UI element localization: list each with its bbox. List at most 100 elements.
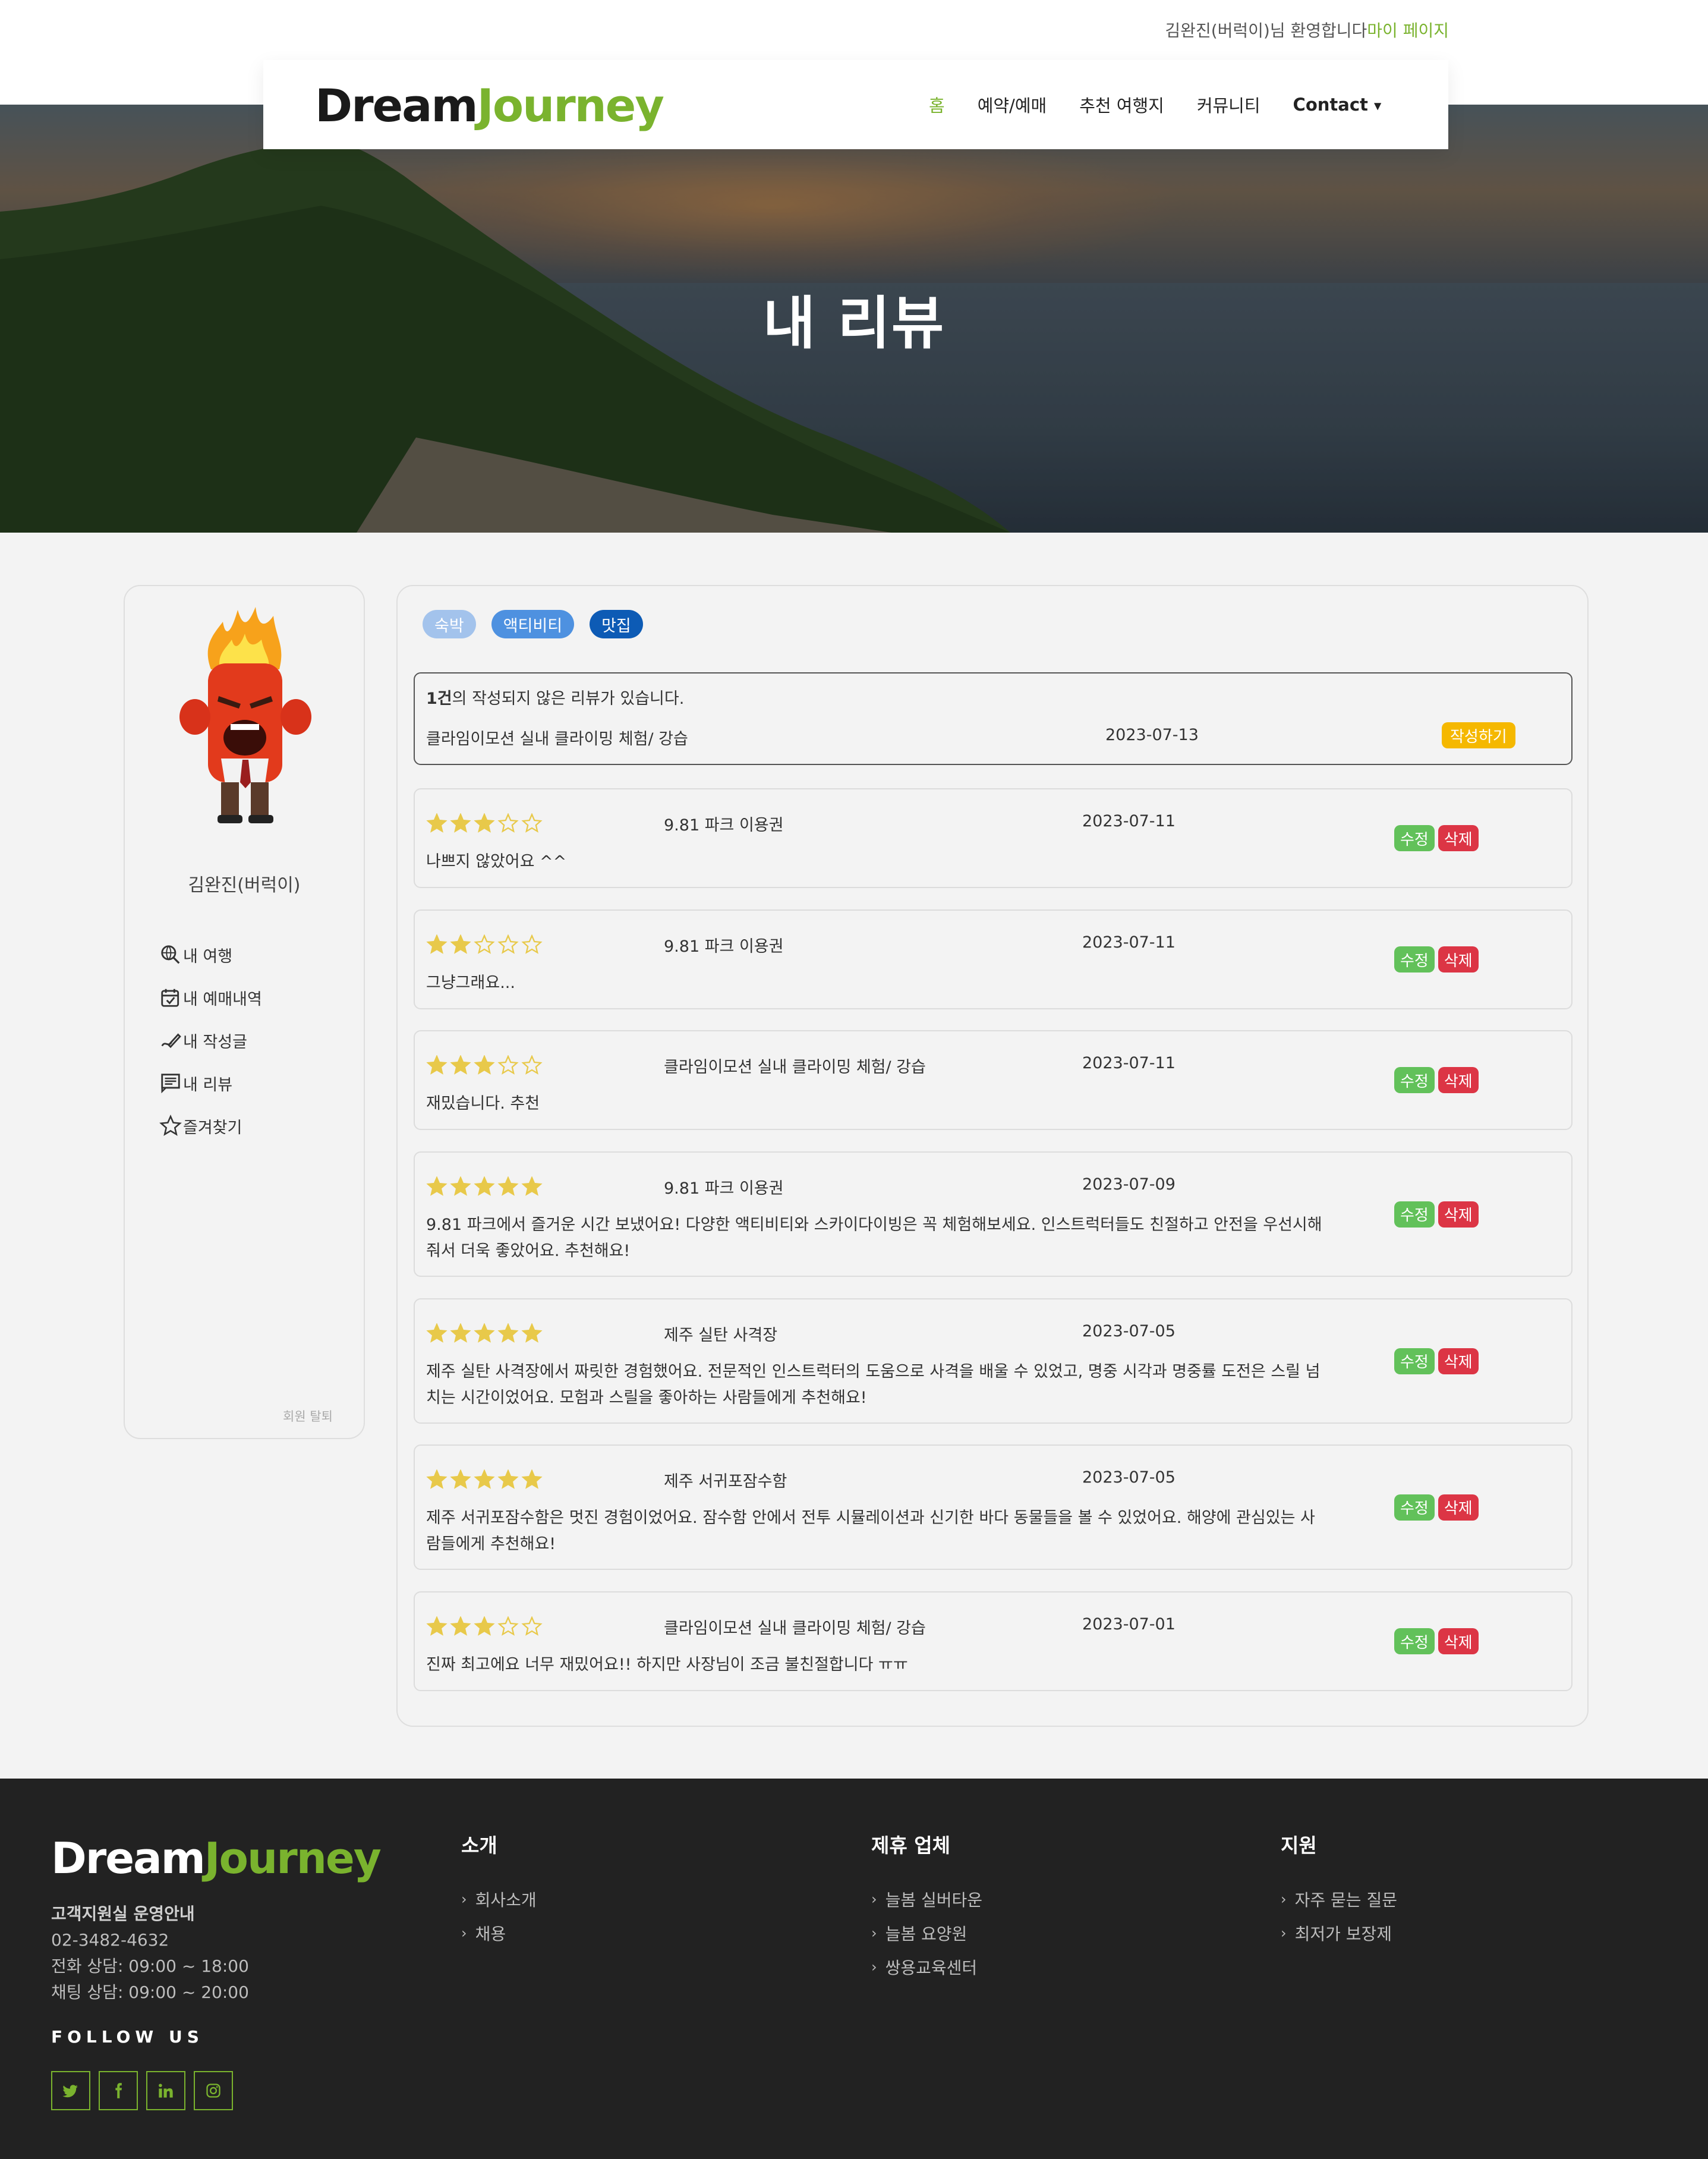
edit-review-button[interactable]: 수정 [1394, 1494, 1435, 1521]
menu-label: 내 리뷰 [183, 1075, 233, 1094]
edit-review-button[interactable]: 수정 [1394, 1628, 1435, 1654]
footer-col-title: 제휴 업체 [871, 1834, 950, 1857]
hero-banner: 내 리뷰 [0, 105, 1708, 533]
menu-label: 즐겨찾기 [183, 1118, 242, 1137]
star-outline-icon [159, 1115, 182, 1136]
main-nav: 홈 예약/예매 추천 여행지 커뮤니티 Contact ▼ [929, 60, 1381, 149]
footer-link-faq[interactable]: › 자주 묻는 질문 [1281, 1882, 1397, 1916]
delete-review-button[interactable]: 삭제 [1438, 825, 1479, 851]
star-rating [426, 1616, 543, 1636]
edit-review-button[interactable]: 수정 [1394, 825, 1435, 851]
footer-link-silvertown[interactable]: › 늘봄 실버타운 [871, 1882, 982, 1916]
review-card: 9.81 파크 이용권 2023-07-09 9.81 파크에서 즐거운 시간 보냈… [414, 1151, 1573, 1277]
footer-col-support: 지원 › 자주 묻는 질문 › 최저가 보장제 [1281, 1830, 1397, 1950]
star-filled-icon [497, 1469, 519, 1489]
menu-label: 내 여행 [183, 947, 233, 966]
nav-contact[interactable]: Contact ▼ [1293, 95, 1382, 115]
nav-community[interactable]: 커뮤니티 [1197, 92, 1260, 117]
nav-recommend[interactable]: 추천 여행지 [1079, 92, 1164, 117]
star-filled-icon [474, 1055, 495, 1075]
delete-review-button[interactable]: 삭제 [1438, 1067, 1479, 1093]
filter-activity[interactable]: 액티비티 [491, 610, 575, 638]
star-filled-icon [450, 1176, 471, 1196]
delete-review-button[interactable]: 삭제 [1438, 1201, 1479, 1228]
pen-draw-icon [161, 1033, 181, 1049]
menu-my-reviews[interactable]: 내 리뷰 [159, 1062, 262, 1104]
pending-item-date: 2023-07-13 [1105, 726, 1199, 744]
support-title: 고객지원실 운영안내 [51, 1904, 195, 1924]
star-filled-icon [450, 1055, 471, 1075]
star-filled-icon [426, 1055, 448, 1075]
delete-review-button[interactable]: 삭제 [1438, 946, 1479, 973]
star-filled-icon [521, 1469, 543, 1489]
edit-review-button[interactable]: 수정 [1394, 946, 1435, 973]
call-hours: 전화 상담: 09:00 ~ 18:00 [51, 1956, 249, 1976]
menu-label: 내 작성글 [183, 1033, 247, 1052]
nav-reservation[interactable]: 예약/예매 [978, 92, 1047, 117]
delete-review-button[interactable]: 삭제 [1438, 1494, 1479, 1521]
star-filled-icon [426, 934, 448, 954]
review-text: 9.81 파크에서 즐거운 시간 보냈어요! 다양한 액티비티와 스카이다이빙은… [426, 1216, 1322, 1260]
delete-review-button[interactable]: 삭제 [1438, 1348, 1479, 1374]
instagram-icon[interactable] [194, 2071, 233, 2110]
withdraw-link[interactable]: 회원 탈퇴 [283, 1407, 333, 1425]
footer-col-partners: 제휴 업체 › 늘봄 실버타운 › 늘봄 요양원 › 쌍용교육센터 [871, 1830, 982, 1984]
star-empty-icon [521, 934, 543, 954]
follow-us-label: FOLLOW US [51, 2027, 204, 2047]
footer-link-careers[interactable]: › 채용 [461, 1916, 537, 1950]
navbar: DreamJourney 홈 예약/예매 추천 여행지 커뮤니티 Contact… [263, 60, 1448, 149]
menu-my-trips[interactable]: 내 여행 [159, 933, 262, 976]
review-actions: 수정 삭제 [1394, 1628, 1479, 1654]
edit-review-button[interactable]: 수정 [1394, 1348, 1435, 1374]
pending-message: 1건의 작성되지 않은 리뷰가 있습니다. [426, 690, 685, 708]
review-actions: 수정 삭제 [1394, 1494, 1479, 1521]
review-item-name: 제주 서귀포잠수함 [664, 1472, 787, 1491]
footer-link-edu-center[interactable]: › 쌍용교육센터 [871, 1950, 982, 1984]
review-date: 2023-07-09 [1082, 1175, 1176, 1194]
welcome-text: 김완진(버럭이)님 환영합니다 [1165, 21, 1367, 40]
star-empty-icon [497, 1616, 519, 1636]
edit-review-button[interactable]: 수정 [1394, 1201, 1435, 1228]
filter-lodging[interactable]: 숙박 [423, 610, 476, 638]
footer-link-best-price[interactable]: › 최저가 보장제 [1281, 1916, 1397, 1950]
menu-my-bookings[interactable]: 내 예매내역 [159, 976, 262, 1019]
footer-col-title: 소개 [461, 1834, 497, 1857]
star-rating [426, 1176, 543, 1197]
chat-hours: 채팅 상담: 09:00 ~ 20:00 [51, 1982, 249, 2002]
star-rating [426, 1469, 543, 1490]
menu-favorites[interactable]: 즐겨찾기 [159, 1104, 262, 1147]
edit-review-button[interactable]: 수정 [1394, 1067, 1435, 1093]
review-text: 그냥그래요... [426, 974, 515, 992]
nav-home[interactable]: 홈 [929, 92, 945, 117]
star-filled-icon [450, 1469, 471, 1489]
mypage-link[interactable]: 마이 페이지 [1367, 21, 1449, 40]
review-text: 재밌습니다. 추천 [426, 1094, 540, 1113]
star-empty-icon [474, 934, 495, 954]
filter-restaurant[interactable]: 맛집 [590, 610, 643, 638]
review-item-name: 제주 실탄 사격장 [664, 1326, 778, 1345]
review-item-name: 9.81 파크 이용권 [664, 937, 784, 956]
menu-my-posts[interactable]: 내 작성글 [159, 1019, 262, 1062]
star-filled-icon [426, 813, 448, 833]
review-card: 제주 실탄 사격장 2023-07-05 제주 실탄 사격장에서 짜릿한 경험했어요… [414, 1298, 1573, 1424]
star-filled-icon [426, 1616, 448, 1636]
footer-link-nursing-home[interactable]: › 늘봄 요양원 [871, 1916, 982, 1950]
linkedin-icon[interactable] [146, 2071, 185, 2110]
star-filled-icon [426, 1323, 448, 1343]
facebook-icon[interactable] [99, 2071, 138, 2110]
star-empty-icon [521, 1055, 543, 1075]
reviews-panel: 숙박 액티비티 맛집 1건의 작성되지 않은 리뷰가 있습니다. 클라임이모션 … [396, 585, 1589, 1727]
footer-link-company[interactable]: › 회사소개 [461, 1882, 537, 1916]
write-review-button[interactable]: 작성하기 [1442, 722, 1515, 748]
star-empty-icon [497, 934, 519, 954]
twitter-icon[interactable] [51, 2071, 90, 2110]
star-filled-icon [521, 1176, 543, 1196]
logo[interactable]: DreamJourney [315, 79, 664, 132]
footer-col-title: 지원 [1281, 1834, 1317, 1857]
delete-review-button[interactable]: 삭제 [1438, 1628, 1479, 1654]
review-card: 9.81 파크 이용권 2023-07-11 그냥그래요... 수정 삭제 [414, 909, 1573, 1009]
star-empty-icon [521, 813, 543, 833]
footer-logo[interactable]: DreamJourney [51, 1833, 382, 1883]
star-empty-icon [497, 813, 519, 833]
footer: DreamJourney 고객지원실 운영안내 02-3482-4632 전화 … [0, 1779, 1708, 2159]
